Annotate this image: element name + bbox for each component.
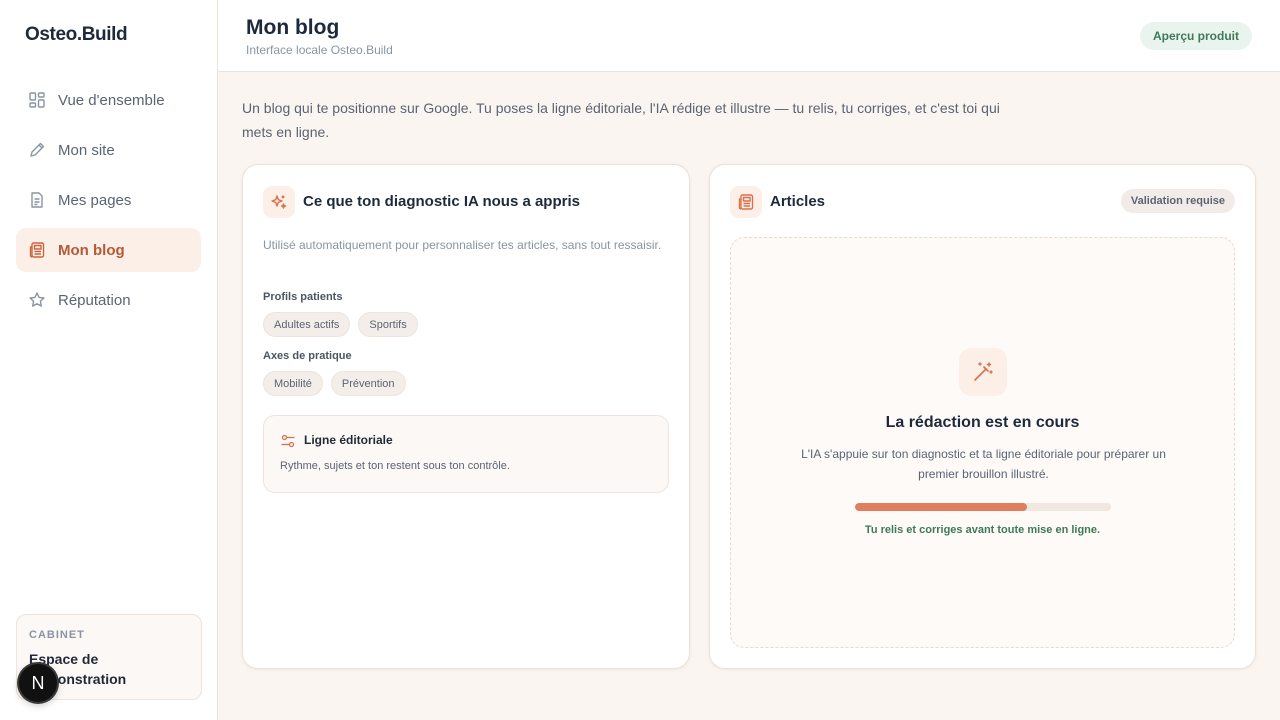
newspaper-icon xyxy=(28,241,46,259)
page-subtitle: Interface locale Osteo.Build xyxy=(246,43,393,57)
chip: Sportifs xyxy=(358,312,418,337)
draft-note: Tu relis et corriges avant toute mise en… xyxy=(864,524,1101,536)
editorial-line-panel[interactable]: Ligne éditoriale Rythme, sujets et ton r… xyxy=(263,415,669,493)
page-title: Mon blog xyxy=(246,16,340,39)
app-logo[interactable]: Osteo.Build xyxy=(25,24,128,46)
star-icon xyxy=(28,291,46,309)
sidebar-nav: Vue d'ensemble Mon site Mes pages Mon bl… xyxy=(16,78,201,328)
magic-wand-icon xyxy=(959,348,1007,396)
draft-description: L'IA s'appuie sur ton diagnostic et ta l… xyxy=(801,447,1166,481)
dev-tools-badge[interactable]: N xyxy=(19,664,57,702)
articles-card: Articles Validation requise La rédaction… xyxy=(709,164,1256,669)
newspaper-icon xyxy=(730,186,762,218)
sidebar-item-overview[interactable]: Vue d'ensemble xyxy=(16,78,201,122)
sparkles-icon xyxy=(263,186,295,218)
diagnostic-title: Ce que ton diagnostic IA nous a appris xyxy=(303,193,580,210)
chip-row-axes: Mobilité Prévention xyxy=(263,371,406,396)
group-label-axes: Axes de pratique xyxy=(263,350,352,362)
draft-progress-bar xyxy=(855,503,1111,511)
sidebar-item-label: Vue d'ensemble xyxy=(58,91,165,109)
document-icon xyxy=(28,191,46,209)
sidebar: Osteo.Build Vue d'ensemble Mon site Mes … xyxy=(0,0,218,720)
sidebar-item-label: Mon site xyxy=(58,141,115,159)
diagnostic-card: Ce que ton diagnostic IA nous a appris U… xyxy=(242,164,690,669)
page-header: Mon blog Interface locale Osteo.Build Ap… xyxy=(218,0,1280,72)
intro-text: Un blog qui te positionne sur Google. Tu… xyxy=(242,100,1000,140)
sidebar-item-reputation[interactable]: Réputation xyxy=(16,278,201,322)
chip-row-profiles: Adultes actifs Sportifs xyxy=(263,312,418,337)
group-label-profiles: Profils patients xyxy=(263,291,343,303)
editorial-line-title: Ligne éditoriale xyxy=(304,433,393,447)
validation-badge: Validation requise xyxy=(1120,189,1235,213)
sidebar-item-label: Mon blog xyxy=(58,241,125,259)
chip: Mobilité xyxy=(263,371,323,396)
sidebar-item-site[interactable]: Mon site xyxy=(16,128,201,172)
sidebar-item-pages[interactable]: Mes pages xyxy=(16,178,201,222)
articles-title: Articles xyxy=(770,193,826,210)
grid-icon xyxy=(28,91,46,109)
sidebar-item-blog[interactable]: Mon blog xyxy=(16,228,201,272)
sliders-icon xyxy=(280,433,296,449)
chip: Adultes actifs xyxy=(263,312,351,337)
sidebar-item-label: Réputation xyxy=(58,291,131,309)
preview-badge: Aperçu produit xyxy=(1140,22,1252,50)
pencil-icon xyxy=(28,141,46,159)
sidebar-item-label: Mes pages xyxy=(58,191,132,209)
draft-progress-fill xyxy=(855,503,1027,511)
draft-status-panel: La rédaction est en cours L'IA s'appuie … xyxy=(730,237,1235,648)
cabinet-label: CABINET xyxy=(29,629,85,641)
draft-title: La rédaction est en cours xyxy=(885,414,1080,431)
chip: Prévention xyxy=(330,371,406,396)
editorial-line-description: Rythme, sujets et ton restent sous ton c… xyxy=(280,460,510,472)
diagnostic-description: Utilisé automatiquement pour personnalis… xyxy=(263,238,662,252)
